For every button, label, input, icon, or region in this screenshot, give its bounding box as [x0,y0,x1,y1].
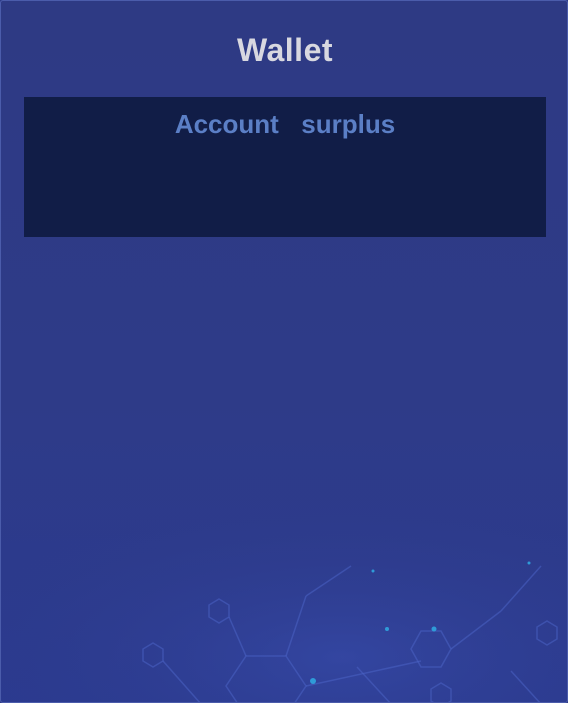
page-title: Wallet [236,32,334,68]
account-surplus-label: Account surplus [174,109,396,139]
account-surplus-card: Account surplus [24,97,546,237]
wallet-panel: Wallet Account surplus [0,0,568,703]
background-network-decoration [1,471,567,702]
